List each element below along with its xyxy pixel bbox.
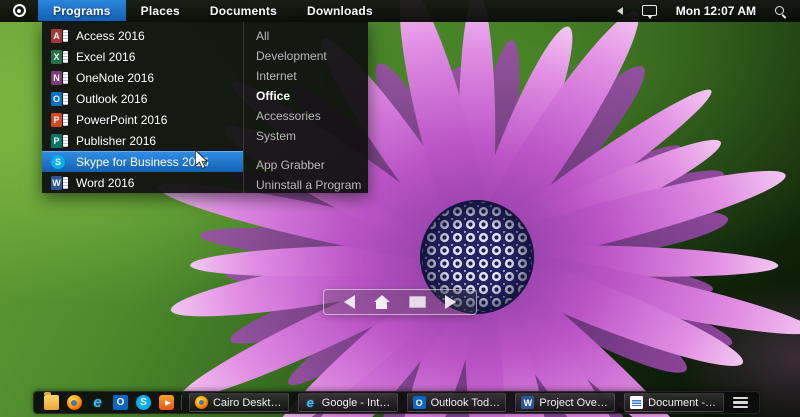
file-explorer-icon[interactable]: [44, 392, 59, 410]
firefox-icon: [194, 396, 208, 409]
folder-icon[interactable]: [409, 296, 427, 308]
desktop-nav-overlay: [323, 289, 477, 315]
menu-item-label: Excel 2016: [76, 49, 136, 64]
task-button-cairo-desktop[interactable]: Cairo Desktop...: [188, 393, 289, 412]
task-button-outlook-today[interactable]: O Outlook Today...: [406, 393, 507, 412]
firefox-icon[interactable]: [67, 395, 82, 410]
menu-item-access[interactable]: A Access 2016: [42, 25, 243, 46]
internet-explorer-icon: e: [306, 395, 314, 410]
task-title: Document - W...: [648, 396, 718, 409]
internet-explorer-icon[interactable]: e: [90, 394, 105, 411]
word-icon: W: [51, 175, 68, 190]
apps-column: A Access 2016 X Excel 2016 N OneNote 201…: [42, 22, 243, 193]
menu-item-outlook[interactable]: O Outlook 2016: [42, 88, 243, 109]
categories-column: All Development Internet Office Accessor…: [243, 22, 368, 193]
category-office[interactable]: Office: [244, 86, 368, 106]
excel-icon: X: [51, 49, 68, 64]
action-uninstall-program[interactable]: Uninstall a Program: [244, 175, 368, 195]
back-icon[interactable]: [343, 295, 355, 309]
word-icon: W: [521, 396, 535, 409]
mouse-cursor: [194, 148, 209, 175]
menu-item-label: Word 2016: [76, 175, 135, 190]
menu-item-label: Skype for Business 2016: [76, 154, 209, 169]
task-title: Project Overvie...: [539, 396, 609, 409]
category-accessories[interactable]: Accessories: [244, 106, 368, 126]
category-all[interactable]: All: [244, 26, 368, 46]
menu-programs[interactable]: Programs: [38, 0, 126, 21]
task-button-document[interactable]: Document - W...: [624, 393, 724, 412]
skype-icon: S: [51, 154, 68, 169]
outlook-icon[interactable]: O: [113, 395, 128, 410]
menu-item-powerpoint[interactable]: P PowerPoint 2016: [42, 109, 243, 130]
media-player-icon[interactable]: [159, 395, 174, 410]
category-development[interactable]: Development: [244, 46, 368, 66]
menu-item-label: PowerPoint 2016: [76, 112, 168, 127]
taskbar-separator: [181, 395, 182, 410]
outlook-icon: O: [412, 396, 426, 409]
menu-documents[interactable]: Documents: [195, 0, 292, 21]
quick-launch: e O S: [44, 392, 174, 411]
cairo-logo-icon[interactable]: [0, 0, 38, 21]
task-button-google[interactable]: e Google - Intern...: [297, 393, 398, 412]
access-icon: A: [51, 28, 68, 43]
category-internet[interactable]: Internet: [244, 66, 368, 86]
menu-item-label: Outlook 2016: [76, 91, 148, 106]
menu-item-skype-for-business[interactable]: S Skype for Business 2016: [42, 151, 243, 172]
menu-places[interactable]: Places: [126, 0, 195, 21]
task-title: Outlook Today...: [430, 396, 501, 409]
menu-item-publisher[interactable]: P Publisher 2016: [42, 130, 243, 151]
clock[interactable]: Mon 12:07 AM: [676, 4, 756, 18]
menu-item-label: Access 2016: [76, 28, 145, 43]
menu-item-word[interactable]: W Word 2016: [42, 172, 243, 193]
display-icon[interactable]: [641, 5, 657, 19]
chevron-left-icon[interactable]: [616, 6, 623, 15]
outlook-icon: O: [51, 91, 68, 106]
menu-downloads[interactable]: Downloads: [292, 0, 388, 21]
onenote-icon: N: [51, 70, 68, 85]
search-icon[interactable]: [775, 6, 784, 15]
menu-item-label: OneNote 2016: [76, 70, 155, 85]
skype-icon[interactable]: S: [136, 395, 151, 410]
home-icon[interactable]: [373, 295, 390, 309]
taskbar: e O S Cairo Desktop... e Google - Intern…: [33, 391, 760, 414]
wordpad-icon: [630, 396, 644, 409]
task-button-project-overview[interactable]: W Project Overvie...: [515, 393, 616, 412]
menu-item-onenote[interactable]: N OneNote 2016: [42, 67, 243, 88]
menu-item-excel[interactable]: X Excel 2016: [42, 46, 243, 67]
publisher-icon: P: [51, 133, 68, 148]
menubar-right-cluster: Mon 12:07 AM: [616, 0, 800, 21]
task-title: Google - Intern...: [321, 396, 392, 409]
category-system[interactable]: System: [244, 126, 368, 146]
action-app-grabber[interactable]: App Grabber: [244, 155, 368, 175]
menu-item-label: Publisher 2016: [76, 133, 157, 148]
hamburger-icon[interactable]: [733, 396, 748, 409]
task-title: Cairo Desktop...: [212, 396, 283, 409]
forward-icon[interactable]: [445, 295, 457, 309]
top-menu-bar: Programs Places Documents Downloads Mon …: [0, 0, 800, 22]
powerpoint-icon: P: [51, 112, 68, 127]
